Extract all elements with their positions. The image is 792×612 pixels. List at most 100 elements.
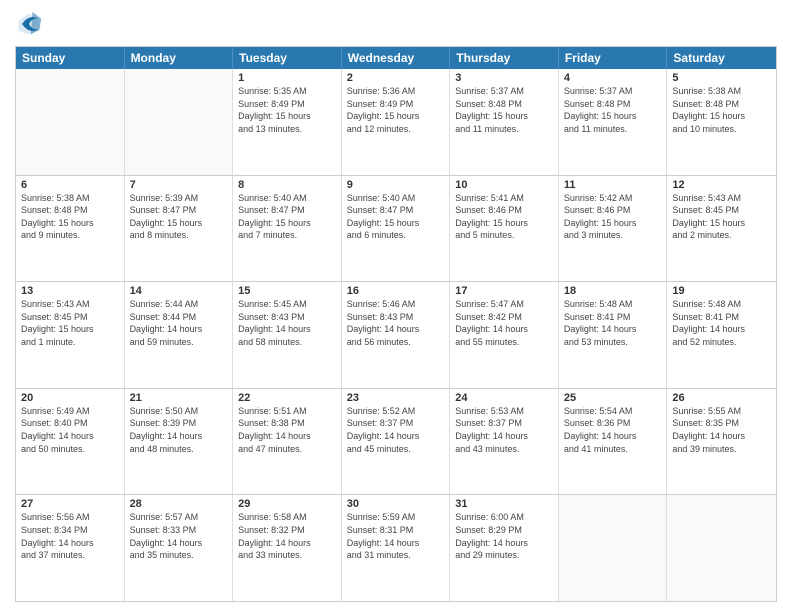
day-info: Sunrise: 5:38 AM Sunset: 8:48 PM Dayligh…	[21, 192, 119, 242]
day-cell: 16Sunrise: 5:46 AM Sunset: 8:43 PM Dayli…	[342, 282, 451, 388]
day-number: 2	[347, 72, 445, 84]
day-number: 28	[130, 498, 228, 510]
weekday-header: Wednesday	[342, 47, 451, 69]
day-cell: 12Sunrise: 5:43 AM Sunset: 8:45 PM Dayli…	[667, 176, 776, 282]
day-cell: 5Sunrise: 5:38 AM Sunset: 8:48 PM Daylig…	[667, 69, 776, 175]
day-number: 10	[455, 179, 553, 191]
day-info: Sunrise: 5:48 AM Sunset: 8:41 PM Dayligh…	[564, 298, 662, 348]
day-info: Sunrise: 5:40 AM Sunset: 8:47 PM Dayligh…	[347, 192, 445, 242]
day-info: Sunrise: 5:46 AM Sunset: 8:43 PM Dayligh…	[347, 298, 445, 348]
day-info: Sunrise: 5:55 AM Sunset: 8:35 PM Dayligh…	[672, 405, 771, 455]
day-info: Sunrise: 5:49 AM Sunset: 8:40 PM Dayligh…	[21, 405, 119, 455]
day-cell: 7Sunrise: 5:39 AM Sunset: 8:47 PM Daylig…	[125, 176, 234, 282]
weekday-header: Monday	[125, 47, 234, 69]
day-number: 8	[238, 179, 336, 191]
day-number: 31	[455, 498, 553, 510]
day-number: 18	[564, 285, 662, 297]
day-number: 16	[347, 285, 445, 297]
logo	[15, 10, 47, 38]
day-info: Sunrise: 5:57 AM Sunset: 8:33 PM Dayligh…	[130, 511, 228, 561]
day-info: Sunrise: 5:40 AM Sunset: 8:47 PM Dayligh…	[238, 192, 336, 242]
day-cell: 10Sunrise: 5:41 AM Sunset: 8:46 PM Dayli…	[450, 176, 559, 282]
day-cell: 21Sunrise: 5:50 AM Sunset: 8:39 PM Dayli…	[125, 389, 234, 495]
calendar: SundayMondayTuesdayWednesdayThursdayFrid…	[15, 46, 777, 602]
day-info: Sunrise: 5:59 AM Sunset: 8:31 PM Dayligh…	[347, 511, 445, 561]
day-info: Sunrise: 5:52 AM Sunset: 8:37 PM Dayligh…	[347, 405, 445, 455]
day-info: Sunrise: 5:50 AM Sunset: 8:39 PM Dayligh…	[130, 405, 228, 455]
day-info: Sunrise: 5:43 AM Sunset: 8:45 PM Dayligh…	[672, 192, 771, 242]
day-cell: 14Sunrise: 5:44 AM Sunset: 8:44 PM Dayli…	[125, 282, 234, 388]
day-number: 5	[672, 72, 771, 84]
day-number: 9	[347, 179, 445, 191]
day-info: Sunrise: 5:38 AM Sunset: 8:48 PM Dayligh…	[672, 85, 771, 135]
day-cell: 9Sunrise: 5:40 AM Sunset: 8:47 PM Daylig…	[342, 176, 451, 282]
day-info: Sunrise: 5:53 AM Sunset: 8:37 PM Dayligh…	[455, 405, 553, 455]
day-info: Sunrise: 5:36 AM Sunset: 8:49 PM Dayligh…	[347, 85, 445, 135]
day-cell: 11Sunrise: 5:42 AM Sunset: 8:46 PM Dayli…	[559, 176, 668, 282]
empty-day-cell	[125, 69, 234, 175]
day-cell: 3Sunrise: 5:37 AM Sunset: 8:48 PM Daylig…	[450, 69, 559, 175]
day-cell: 15Sunrise: 5:45 AM Sunset: 8:43 PM Dayli…	[233, 282, 342, 388]
weekday-header: Thursday	[450, 47, 559, 69]
day-number: 3	[455, 72, 553, 84]
day-info: Sunrise: 5:41 AM Sunset: 8:46 PM Dayligh…	[455, 192, 553, 242]
day-number: 14	[130, 285, 228, 297]
day-cell: 30Sunrise: 5:59 AM Sunset: 8:31 PM Dayli…	[342, 495, 451, 601]
day-info: Sunrise: 5:37 AM Sunset: 8:48 PM Dayligh…	[455, 85, 553, 135]
day-number: 19	[672, 285, 771, 297]
day-number: 21	[130, 392, 228, 404]
day-info: Sunrise: 5:37 AM Sunset: 8:48 PM Dayligh…	[564, 85, 662, 135]
calendar-row: 27Sunrise: 5:56 AM Sunset: 8:34 PM Dayli…	[16, 494, 776, 601]
calendar-body: 1Sunrise: 5:35 AM Sunset: 8:49 PM Daylig…	[16, 69, 776, 601]
day-info: Sunrise: 5:43 AM Sunset: 8:45 PM Dayligh…	[21, 298, 119, 348]
day-cell: 27Sunrise: 5:56 AM Sunset: 8:34 PM Dayli…	[16, 495, 125, 601]
day-info: Sunrise: 5:58 AM Sunset: 8:32 PM Dayligh…	[238, 511, 336, 561]
logo-icon	[15, 10, 43, 38]
day-number: 26	[672, 392, 771, 404]
day-number: 22	[238, 392, 336, 404]
page: SundayMondayTuesdayWednesdayThursdayFrid…	[0, 0, 792, 612]
day-info: Sunrise: 5:44 AM Sunset: 8:44 PM Dayligh…	[130, 298, 228, 348]
day-number: 27	[21, 498, 119, 510]
day-number: 6	[21, 179, 119, 191]
day-number: 11	[564, 179, 662, 191]
day-cell: 17Sunrise: 5:47 AM Sunset: 8:42 PM Dayli…	[450, 282, 559, 388]
day-cell: 28Sunrise: 5:57 AM Sunset: 8:33 PM Dayli…	[125, 495, 234, 601]
day-cell: 8Sunrise: 5:40 AM Sunset: 8:47 PM Daylig…	[233, 176, 342, 282]
day-info: Sunrise: 5:39 AM Sunset: 8:47 PM Dayligh…	[130, 192, 228, 242]
empty-day-cell	[559, 495, 668, 601]
day-info: Sunrise: 5:56 AM Sunset: 8:34 PM Dayligh…	[21, 511, 119, 561]
day-cell: 31Sunrise: 6:00 AM Sunset: 8:29 PM Dayli…	[450, 495, 559, 601]
day-number: 29	[238, 498, 336, 510]
day-number: 24	[455, 392, 553, 404]
day-info: Sunrise: 5:51 AM Sunset: 8:38 PM Dayligh…	[238, 405, 336, 455]
day-info: Sunrise: 6:00 AM Sunset: 8:29 PM Dayligh…	[455, 511, 553, 561]
weekday-header: Saturday	[667, 47, 776, 69]
day-number: 7	[130, 179, 228, 191]
empty-day-cell	[667, 495, 776, 601]
day-info: Sunrise: 5:48 AM Sunset: 8:41 PM Dayligh…	[672, 298, 771, 348]
day-info: Sunrise: 5:42 AM Sunset: 8:46 PM Dayligh…	[564, 192, 662, 242]
day-number: 12	[672, 179, 771, 191]
day-cell: 18Sunrise: 5:48 AM Sunset: 8:41 PM Dayli…	[559, 282, 668, 388]
day-cell: 2Sunrise: 5:36 AM Sunset: 8:49 PM Daylig…	[342, 69, 451, 175]
weekday-header: Friday	[559, 47, 668, 69]
calendar-row: 1Sunrise: 5:35 AM Sunset: 8:49 PM Daylig…	[16, 69, 776, 175]
day-info: Sunrise: 5:54 AM Sunset: 8:36 PM Dayligh…	[564, 405, 662, 455]
day-cell: 19Sunrise: 5:48 AM Sunset: 8:41 PM Dayli…	[667, 282, 776, 388]
day-cell: 23Sunrise: 5:52 AM Sunset: 8:37 PM Dayli…	[342, 389, 451, 495]
weekday-header: Tuesday	[233, 47, 342, 69]
day-number: 1	[238, 72, 336, 84]
day-info: Sunrise: 5:35 AM Sunset: 8:49 PM Dayligh…	[238, 85, 336, 135]
day-number: 13	[21, 285, 119, 297]
calendar-row: 20Sunrise: 5:49 AM Sunset: 8:40 PM Dayli…	[16, 388, 776, 495]
day-cell: 1Sunrise: 5:35 AM Sunset: 8:49 PM Daylig…	[233, 69, 342, 175]
day-number: 30	[347, 498, 445, 510]
day-info: Sunrise: 5:45 AM Sunset: 8:43 PM Dayligh…	[238, 298, 336, 348]
day-cell: 22Sunrise: 5:51 AM Sunset: 8:38 PM Dayli…	[233, 389, 342, 495]
day-cell: 26Sunrise: 5:55 AM Sunset: 8:35 PM Dayli…	[667, 389, 776, 495]
day-info: Sunrise: 5:47 AM Sunset: 8:42 PM Dayligh…	[455, 298, 553, 348]
day-number: 17	[455, 285, 553, 297]
day-cell: 20Sunrise: 5:49 AM Sunset: 8:40 PM Dayli…	[16, 389, 125, 495]
day-cell: 29Sunrise: 5:58 AM Sunset: 8:32 PM Dayli…	[233, 495, 342, 601]
